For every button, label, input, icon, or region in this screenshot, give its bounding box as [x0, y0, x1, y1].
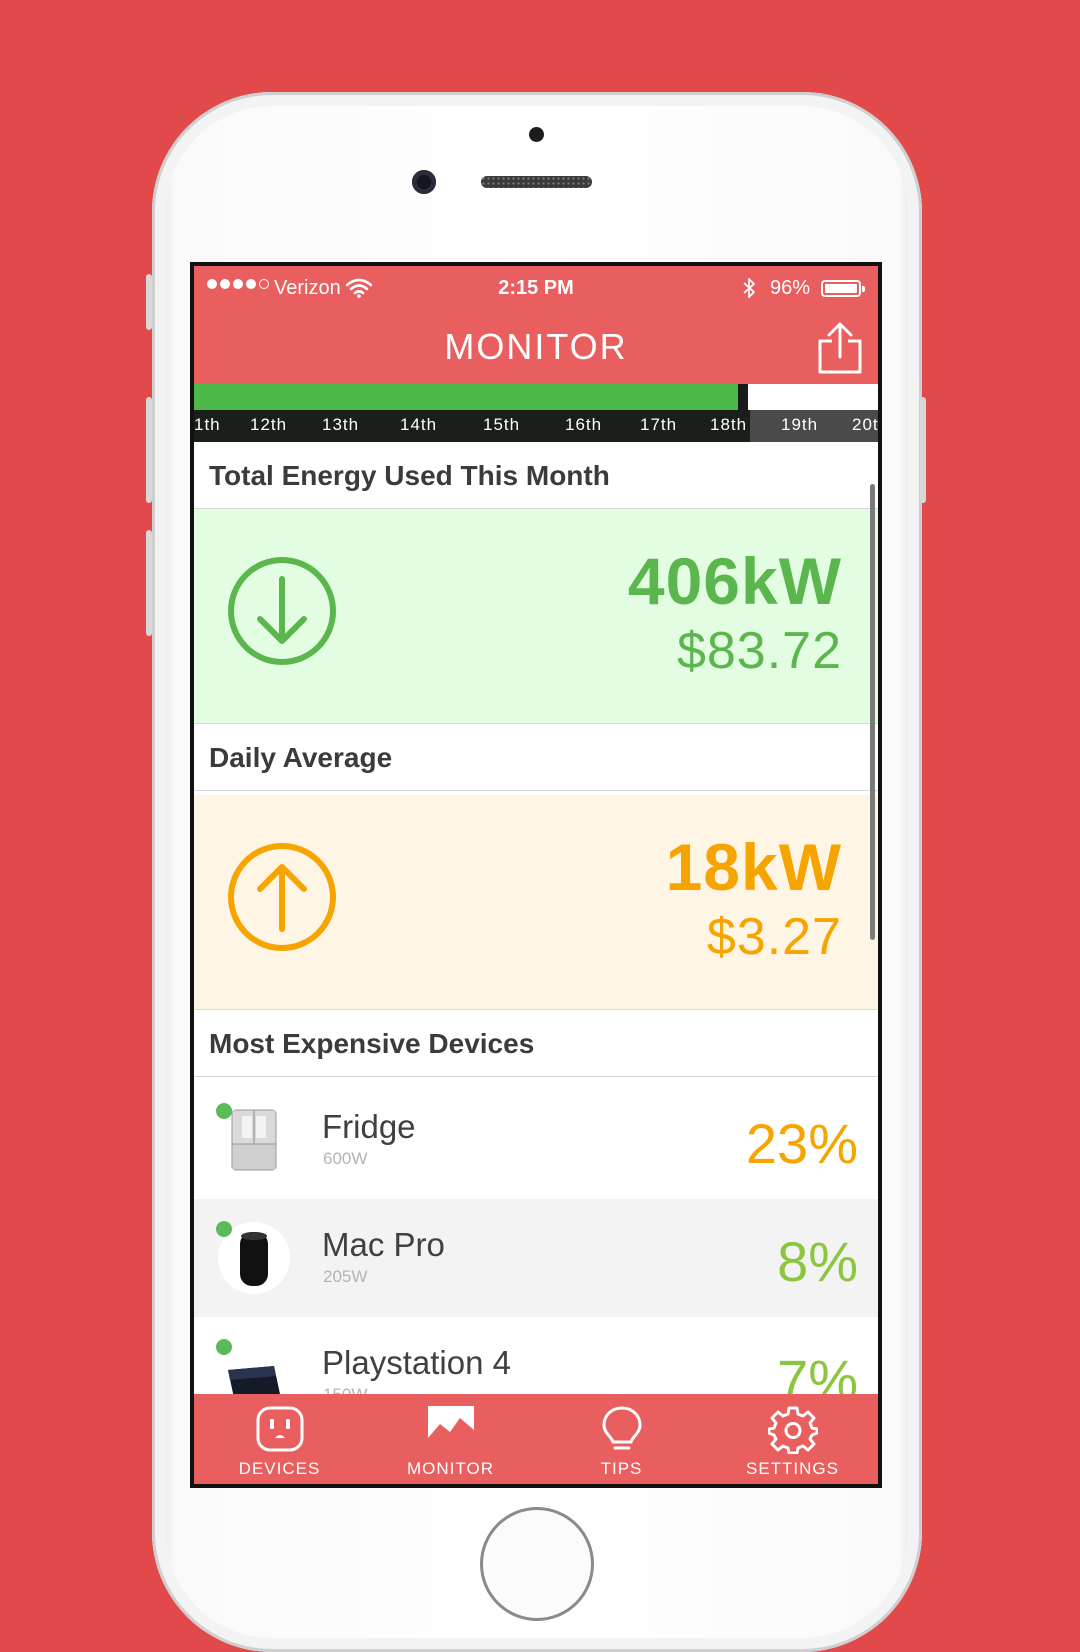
volume-up-button: [146, 397, 152, 503]
tab-bar: DEVICES MONITOR TIPS SETTINGS: [194, 1394, 878, 1484]
current-day-marker: [738, 384, 748, 410]
online-status-dot: [216, 1339, 232, 1355]
device-percent: 8%: [777, 1230, 858, 1293]
outlet-icon: [256, 1406, 303, 1452]
total-energy-value: 406kW: [627, 544, 842, 618]
month-progress-bar: [194, 384, 878, 410]
mute-switch: [146, 274, 152, 330]
device-name: Fridge: [322, 1108, 416, 1145]
arrow-up-circle-icon: [228, 843, 336, 951]
daily-cost-value: $3.27: [706, 908, 842, 966]
navigation-bar: Verizon 2:15 PM 96% MONITOR: [194, 266, 878, 384]
earpiece-speaker: [481, 176, 592, 188]
device-watts: 600W: [323, 1149, 368, 1168]
date-label[interactable]: 17th: [640, 415, 677, 435]
device-name: Mac Pro: [322, 1226, 445, 1263]
power-button: [920, 397, 926, 503]
date-label[interactable]: 15th: [483, 415, 520, 435]
app-content: Verizon 2:15 PM 96% MONITOR 1th 12th 13t…: [194, 266, 878, 1484]
status-bar: Verizon 2:15 PM 96%: [194, 266, 878, 310]
device-watts: 205W: [323, 1267, 368, 1286]
battery-percent: 96%: [770, 277, 811, 299]
proximity-sensor: [529, 127, 544, 142]
section-title: Total Energy Used This Month: [209, 460, 610, 491]
device-percent: 23%: [745, 1112, 858, 1175]
section-title: Daily Average: [209, 742, 393, 773]
date-label[interactable]: 13th: [322, 415, 359, 435]
front-camera: [412, 170, 436, 194]
device-name: Playstation 4: [322, 1344, 511, 1381]
page-title: MONITOR: [444, 326, 628, 367]
daily-average-card[interactable]: 18kW $3.27: [194, 795, 878, 1010]
chart-icon: [427, 1406, 474, 1450]
date-label[interactable]: 19th: [781, 415, 818, 435]
tab-settings[interactable]: SETTINGS: [707, 1394, 878, 1484]
daily-energy-value: 18kW: [665, 830, 842, 904]
total-energy-header: Total Energy Used This Month: [194, 442, 878, 509]
device-row-fridge[interactable]: Fridge 600W 23%: [194, 1081, 878, 1199]
tab-devices[interactable]: DEVICES: [194, 1394, 365, 1484]
battery-icon: [821, 280, 865, 297]
tab-label: MONITOR: [407, 1459, 494, 1478]
scrollbar[interactable]: [870, 484, 875, 940]
online-status-dot: [216, 1221, 232, 1237]
device-row-mac-pro[interactable]: Mac Pro 205W 8%: [194, 1199, 878, 1317]
tab-tips[interactable]: TIPS: [536, 1394, 707, 1484]
volume-down-button: [146, 530, 152, 636]
date-label[interactable]: 1th: [194, 415, 221, 435]
bluetooth-icon: [743, 278, 755, 298]
gear-icon: [767, 1406, 818, 1454]
lightbulb-icon: [601, 1406, 642, 1450]
tab-label: DEVICES: [238, 1459, 321, 1478]
share-button[interactable]: [816, 322, 864, 374]
date-label[interactable]: 18th: [710, 415, 747, 435]
date-label[interactable]: 12th: [250, 415, 287, 435]
month-progress-fill: [194, 384, 738, 410]
date-label[interactable]: 14th: [400, 415, 437, 435]
tab-monitor[interactable]: MONITOR: [365, 1394, 536, 1484]
daily-average-header: Daily Average: [194, 724, 878, 791]
home-button[interactable]: [480, 1507, 594, 1621]
arrow-down-circle-icon: [228, 557, 336, 665]
phone-screen: Verizon 2:15 PM 96% MONITOR 1th 12th 13t…: [190, 262, 882, 1488]
date-label[interactable]: 16th: [565, 415, 602, 435]
tab-label: SETTINGS: [745, 1459, 839, 1478]
tab-label: TIPS: [600, 1459, 643, 1478]
date-label[interactable]: 20t: [852, 415, 878, 435]
total-energy-card[interactable]: 406kW $83.72: [194, 509, 878, 724]
expensive-devices-header: Most Expensive Devices: [194, 1010, 878, 1077]
date-scroller[interactable]: 1th 12th 13th 14th 15th 16th 17th 18th 1…: [194, 410, 878, 442]
online-status-dot: [216, 1103, 232, 1119]
section-title: Most Expensive Devices: [209, 1028, 535, 1059]
total-cost-value: $83.72: [676, 622, 842, 680]
